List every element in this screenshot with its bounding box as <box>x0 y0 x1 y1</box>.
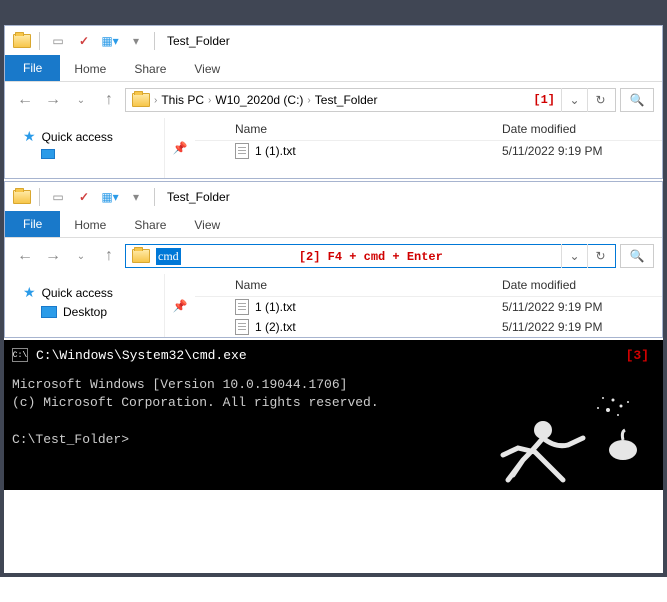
window-title: Test_Folder <box>167 190 230 204</box>
address-input-text[interactable]: cmd <box>156 248 181 265</box>
file-name: 1 (1).txt <box>255 300 296 314</box>
cmd-title: C:\Windows\System32\cmd.exe <box>36 348 247 363</box>
qat-view-icon[interactable]: ▦▾ <box>100 31 120 51</box>
search-input[interactable]: 🔍 <box>620 244 654 268</box>
forward-button[interactable]: → <box>41 88 65 112</box>
annotation-2: [2] F4 + cmd + Enter <box>299 250 443 264</box>
ribbon-tabs: File Home Share View <box>5 212 662 238</box>
file-date: 5/11/2022 9:19 PM <box>502 320 662 334</box>
file-list: Name Date modified 1 (1).txt 5/11/2022 9… <box>195 274 662 337</box>
history-dropdown[interactable]: ⌄ <box>69 88 93 112</box>
up-button[interactable]: ↑ <box>97 244 121 268</box>
file-date: 5/11/2022 9:19 PM <box>502 144 662 158</box>
sidebar-item-label: Quick access <box>42 286 113 300</box>
tab-share[interactable]: Share <box>120 57 180 81</box>
history-dropdown[interactable]: ⌄ <box>69 244 93 268</box>
file-list: Name Date modified 1 (1).txt 5/11/2022 9… <box>195 118 662 178</box>
search-input[interactable]: 🔍 <box>620 88 654 112</box>
column-header-date[interactable]: Date modified <box>502 278 662 292</box>
file-row[interactable]: 1 (1).txt 5/11/2022 9:19 PM <box>195 141 662 161</box>
desktop-icon <box>41 149 55 159</box>
sidebar-item-quick-access[interactable]: ★ Quick access <box>5 126 164 147</box>
nav-pane: ★ Quick access Desktop <box>5 274 165 337</box>
tab-home[interactable]: Home <box>60 213 120 237</box>
star-icon: ★ <box>23 284 36 301</box>
breadcrumb[interactable]: W10_2020d (C:) <box>211 93 307 107</box>
breadcrumb[interactable]: Test_Folder <box>311 93 382 107</box>
forward-button[interactable]: → <box>41 244 65 268</box>
address-bar[interactable]: › This PC › W10_2020d (C:) › Test_Folder… <box>125 88 616 112</box>
folder-icon <box>13 34 31 48</box>
file-name: 1 (2).txt <box>255 320 296 334</box>
explorer-window-1: ▭ ✓ ▦▾ ▾ Test_Folder File Home Share Vie… <box>4 25 663 179</box>
tab-view[interactable]: View <box>180 57 234 81</box>
text-file-icon <box>235 299 249 315</box>
address-dropdown-icon[interactable]: ⌄ <box>561 88 587 112</box>
qat-view-icon[interactable]: ▦▾ <box>100 187 120 207</box>
qat-properties-icon[interactable]: ▭ <box>48 187 68 207</box>
navbar: ← → ⌄ ↑ › This PC › W10_2020d (C:) › Tes… <box>5 82 662 118</box>
folder-icon <box>132 249 150 263</box>
file-date: 5/11/2022 9:19 PM <box>502 300 662 314</box>
qat-check-icon[interactable]: ✓ <box>74 187 94 207</box>
file-name: 1 (1).txt <box>255 144 296 158</box>
sidebar-item-quick-access[interactable]: ★ Quick access <box>5 282 164 303</box>
file-row[interactable]: 1 (2).txt 5/11/2022 9:19 PM <box>195 317 662 337</box>
file-row[interactable]: 1 (1).txt 5/11/2022 9:19 PM <box>195 297 662 317</box>
pin-column: 📌 <box>165 274 195 337</box>
star-icon: ★ <box>23 128 36 145</box>
tab-view[interactable]: View <box>180 213 234 237</box>
annotation-3: [3] <box>626 348 649 363</box>
desktop-icon <box>41 306 57 318</box>
titlebar: ▭ ✓ ▦▾ ▾ Test_Folder <box>5 26 662 56</box>
qat-dropdown-icon[interactable]: ▾ <box>126 187 146 207</box>
running-figure-art <box>473 380 643 490</box>
explorer-window-2: ▭ ✓ ▦▾ ▾ Test_Folder File Home Share Vie… <box>4 181 663 338</box>
qat-properties-icon[interactable]: ▭ <box>48 31 68 51</box>
cmd-icon: C:\ <box>12 348 28 362</box>
navbar: ← → ⌄ ↑ cmd [2] F4 + cmd + Enter ⌄ ↻ 🔍 <box>5 238 662 274</box>
text-file-icon <box>235 143 249 159</box>
breadcrumb[interactable]: This PC <box>157 93 208 107</box>
sidebar-item-desktop[interactable] <box>5 147 164 161</box>
column-header-name[interactable]: Name <box>195 278 502 292</box>
column-header-date[interactable]: Date modified <box>502 122 662 136</box>
qat-check-icon[interactable]: ✓ <box>74 31 94 51</box>
separator <box>39 188 40 206</box>
tab-file[interactable]: File <box>5 55 60 81</box>
address-bar[interactable]: cmd [2] F4 + cmd + Enter ⌄ ↻ <box>125 244 616 268</box>
ribbon-tabs: File Home Share View <box>5 56 662 82</box>
pin-column: 📌 <box>165 118 195 178</box>
tab-share[interactable]: Share <box>120 213 180 237</box>
up-button[interactable]: ↑ <box>97 88 121 112</box>
cmd-output[interactable]: Microsoft Windows [Version 10.0.19044.17… <box>4 370 663 490</box>
qat-dropdown-icon[interactable]: ▾ <box>126 31 146 51</box>
annotation-1: [1] <box>533 93 555 107</box>
separator <box>154 32 155 50</box>
tab-file[interactable]: File <box>5 211 60 237</box>
separator <box>39 32 40 50</box>
titlebar: ▭ ✓ ▦▾ ▾ Test_Folder <box>5 182 662 212</box>
sidebar-item-desktop[interactable]: Desktop <box>5 303 164 321</box>
folder-icon <box>132 93 150 107</box>
nav-pane: ★ Quick access <box>5 118 165 178</box>
text-file-icon <box>235 319 249 335</box>
back-button[interactable]: ← <box>13 244 37 268</box>
back-button[interactable]: ← <box>13 88 37 112</box>
cmd-window: C:\ C:\Windows\System32\cmd.exe [3] Micr… <box>4 340 663 490</box>
window-title: Test_Folder <box>167 34 230 48</box>
refresh-button[interactable]: ↻ <box>587 88 613 112</box>
address-dropdown-icon[interactable]: ⌄ <box>561 244 587 268</box>
separator <box>154 188 155 206</box>
sidebar-item-label: Desktop <box>63 305 107 319</box>
tab-home[interactable]: Home <box>60 57 120 81</box>
sidebar-item-label: Quick access <box>42 130 113 144</box>
folder-icon <box>13 190 31 204</box>
cmd-titlebar: C:\ C:\Windows\System32\cmd.exe [3] <box>4 340 663 370</box>
column-header-name[interactable]: Name <box>195 122 502 136</box>
refresh-button[interactable]: ↻ <box>587 244 613 268</box>
